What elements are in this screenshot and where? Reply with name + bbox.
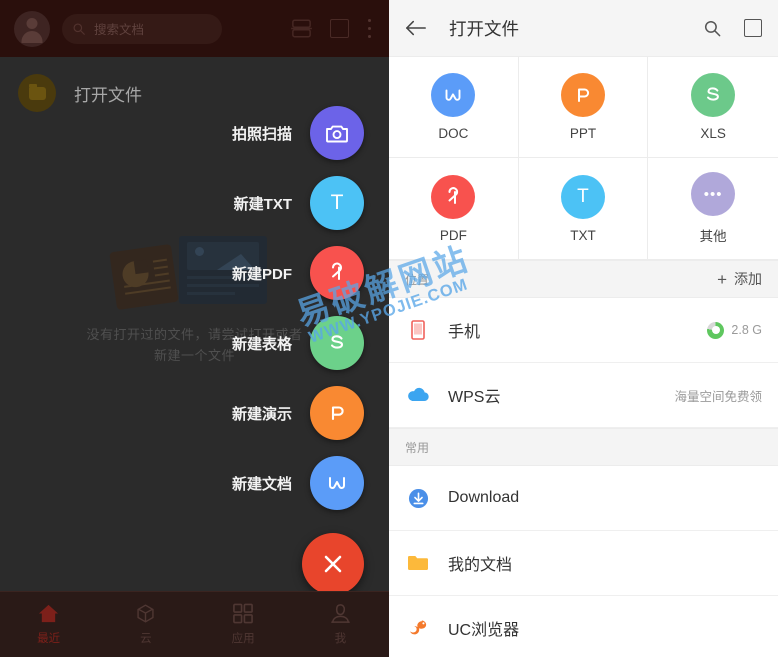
common-section-header: 常用 xyxy=(389,428,778,466)
tab-apps[interactable]: 应用 xyxy=(195,592,292,657)
file-type-grid: DOC PPT XLS PDF T TXT ••• 其他 xyxy=(389,57,778,260)
file-type-label: 其他 xyxy=(699,229,727,244)
doc-icon xyxy=(431,73,476,117)
file-type-label: PDF xyxy=(439,227,467,243)
txt-glyph: T xyxy=(577,185,589,207)
cloud-icon xyxy=(405,387,431,403)
location-item-phone[interactable]: 手机 2.8 G xyxy=(389,298,778,363)
file-type-pdf[interactable]: PDF xyxy=(389,158,519,259)
avatar[interactable] xyxy=(14,10,50,47)
app-screen: 搜索文档 没有打开过的文件，请尝试打开或者 新建一个文件 打开文件 拍照扫描 新… xyxy=(0,0,778,657)
action-item-new-spreadsheet[interactable]: 新建表格 xyxy=(24,308,364,378)
tab-recent[interactable]: 最近 xyxy=(0,592,97,657)
section-label: 位置 xyxy=(405,272,430,287)
tab-label: 我 xyxy=(334,633,347,645)
location-label: WPS云 xyxy=(448,389,501,406)
file-type-label: DOC xyxy=(438,126,469,141)
action-label: 新建PDF xyxy=(231,265,292,283)
uc-browser-icon xyxy=(405,618,431,639)
common-label: UC浏览器 xyxy=(448,622,520,639)
multi-window-icon[interactable] xyxy=(330,19,349,38)
back-arrow-icon[interactable] xyxy=(405,18,427,38)
apps-grid-icon xyxy=(233,603,254,624)
file-type-xls[interactable]: XLS xyxy=(648,57,778,158)
action-menu: 拍照扫描 新建TXT T 新建PDF 新建表格 新建演示 新建文档 xyxy=(24,98,364,610)
left-panel-recent: 搜索文档 没有打开过的文件，请尝试打开或者 新建一个文件 打开文件 拍照扫描 新… xyxy=(0,0,389,657)
person-icon xyxy=(331,604,350,623)
storage-donut-icon xyxy=(707,321,725,339)
file-type-label: PPT xyxy=(569,126,597,141)
action-label: 新建TXT xyxy=(233,195,292,213)
common-label: Download xyxy=(448,489,520,506)
search-input[interactable]: 搜索文档 xyxy=(62,13,222,44)
file-type-doc[interactable]: DOC xyxy=(389,57,519,158)
bottom-tab-bar: 最近 云 应用 我 xyxy=(0,591,389,657)
phone-icon xyxy=(405,320,431,340)
action-label: 新建文档 xyxy=(231,475,292,493)
tab-label: 应用 xyxy=(231,633,255,645)
file-type-other[interactable]: ••• 其他 xyxy=(648,158,778,259)
add-location-button[interactable]: + 添加 xyxy=(717,269,762,289)
right-panel-open-file: 打开文件 DOC PPT XLS PDF T TXT ••• 其他 位置 + 添… xyxy=(389,0,778,657)
cloud-promo: 海量空间免费领 xyxy=(674,389,762,404)
section-label: 常用 xyxy=(405,440,430,455)
multi-window-icon[interactable] xyxy=(744,19,762,37)
document-icon[interactable] xyxy=(310,456,364,510)
presentation-icon[interactable] xyxy=(310,386,364,440)
more-menu-icon[interactable] xyxy=(367,19,371,38)
other-icon: ••• xyxy=(691,172,736,216)
location-item-wps-cloud[interactable]: WPS云 海量空间免费领 xyxy=(389,363,778,428)
search-icon xyxy=(73,23,85,35)
tab-label: 云 xyxy=(140,633,152,645)
plus-icon: + xyxy=(717,269,727,289)
file-type-label: XLS xyxy=(700,126,726,141)
file-type-ppt[interactable]: PPT xyxy=(518,57,649,158)
download-icon xyxy=(405,488,431,509)
right-header: 打开文件 xyxy=(389,0,778,57)
spreadsheet-icon[interactable] xyxy=(310,316,364,370)
page-title: 打开文件 xyxy=(449,18,519,39)
action-label: 拍照扫描 xyxy=(231,125,292,143)
right-header-icons xyxy=(703,19,762,38)
action-item-new-txt[interactable]: 新建TXT T xyxy=(24,168,364,238)
left-top-icons xyxy=(291,19,379,38)
left-top-bar: 搜索文档 xyxy=(0,0,389,57)
common-item-my-documents[interactable]: 我的文档 xyxy=(389,531,778,596)
camera-icon[interactable] xyxy=(310,106,364,160)
xls-icon xyxy=(691,73,736,117)
file-type-txt[interactable]: T TXT xyxy=(519,158,649,259)
cloud-cube-icon xyxy=(137,604,155,623)
txt-icon: T xyxy=(560,174,605,219)
other-glyph: ••• xyxy=(703,185,723,203)
tab-cloud[interactable]: 云 xyxy=(97,592,194,657)
pdf-icon xyxy=(431,174,476,219)
search-placeholder: 搜索文档 xyxy=(94,23,145,37)
add-label: 添加 xyxy=(734,271,762,287)
locations-section-header: 位置 + 添加 xyxy=(389,260,778,298)
action-item-camera-scan[interactable]: 拍照扫描 xyxy=(24,98,364,168)
folder-icon xyxy=(405,554,431,572)
location-label: 手机 xyxy=(448,324,481,341)
action-label: 新建表格 xyxy=(231,335,292,353)
pdf-icon[interactable] xyxy=(310,246,364,300)
search-icon[interactable] xyxy=(703,19,722,38)
tab-label: 最近 xyxy=(37,633,61,645)
close-icon[interactable] xyxy=(302,533,364,595)
action-item-new-pdf[interactable]: 新建PDF xyxy=(24,238,364,308)
txt-icon[interactable]: T xyxy=(310,176,364,230)
storage-value: 2.8 G xyxy=(731,323,762,337)
action-label: 新建演示 xyxy=(231,405,292,423)
tab-me[interactable]: 我 xyxy=(292,592,389,657)
common-label: 我的文档 xyxy=(448,557,513,574)
file-type-label: TXT xyxy=(570,227,596,243)
txt-glyph: T xyxy=(330,191,344,214)
common-item-download[interactable]: Download xyxy=(389,466,778,531)
ppt-icon xyxy=(560,73,605,117)
home-icon xyxy=(39,604,59,623)
storage-meta: 2.8 G xyxy=(707,321,762,339)
common-item-uc-browser[interactable]: UC浏览器 xyxy=(389,596,778,657)
action-item-new-document[interactable]: 新建文档 xyxy=(24,448,364,518)
action-item-new-presentation[interactable]: 新建演示 xyxy=(24,378,364,448)
split-screen-icon[interactable] xyxy=(291,19,312,38)
